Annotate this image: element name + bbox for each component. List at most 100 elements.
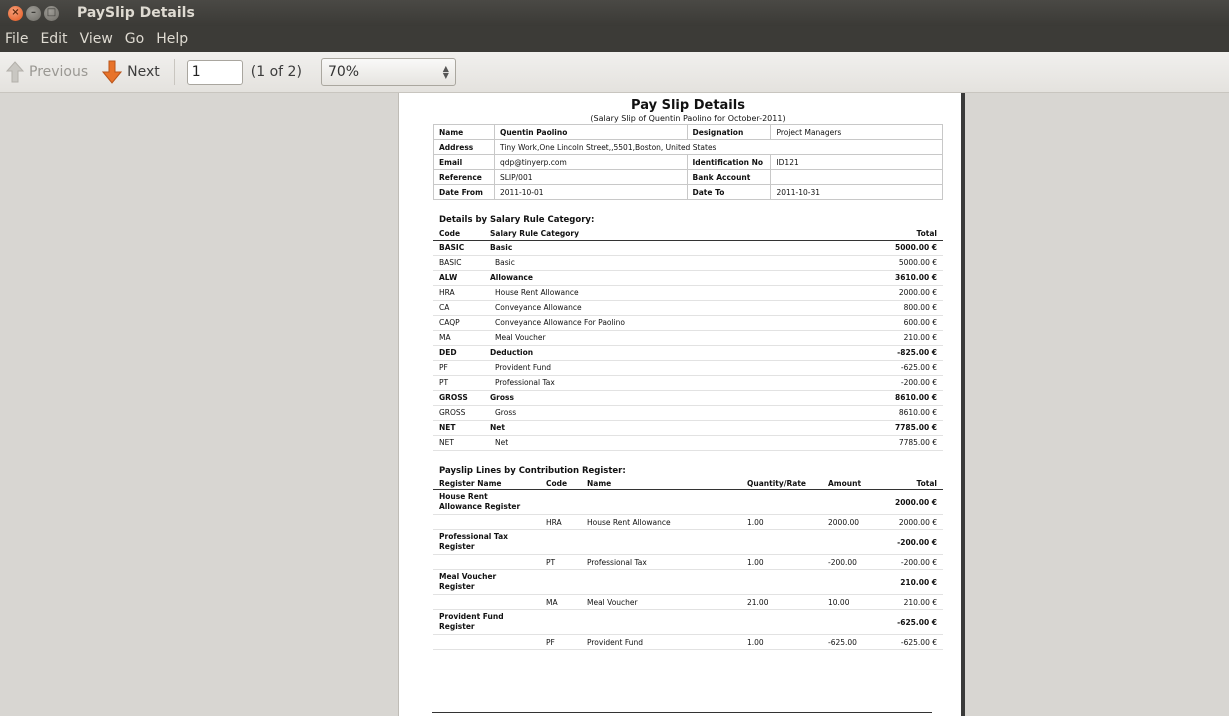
menu-edit[interactable]: Edit (35, 31, 74, 47)
register-total: 2000.00 € (882, 489, 943, 515)
category-name: Provident Fund (484, 360, 823, 376)
info-row: Name Quentin Paolino Designation Project… (433, 124, 943, 140)
category-code: NET (433, 435, 484, 451)
category-row: PF Provident Fund -625.00 € (433, 360, 943, 376)
column-header: Total (823, 227, 943, 241)
designation-value: Project Managers (770, 124, 943, 140)
line-code: PF (540, 634, 581, 650)
register-line-row: MA Meal Voucher 21.00 10.00 210.00 € (433, 594, 943, 610)
document-title: Pay Slip Details (631, 98, 745, 113)
line-name: Provident Fund (581, 634, 741, 650)
window-title: PaySlip Details (77, 5, 195, 21)
register-group-row: House Rent Allowance Register 2000.00 € (433, 489, 943, 515)
menu-view[interactable]: View (75, 31, 120, 47)
toolbar-separator (173, 59, 175, 85)
info-label: Name (433, 124, 495, 140)
category-name: Conveyance Allowance (484, 300, 823, 316)
line-code: MA (540, 594, 581, 610)
category-row: HRA House Rent Allowance 2000.00 € (433, 285, 943, 301)
register-section-title: Payslip Lines by Contribution Register: (439, 465, 626, 476)
employee-info-table: Name Quentin Paolino Designation Project… (433, 124, 944, 200)
category-code: NET (433, 420, 484, 436)
close-window-button[interactable]: × (8, 5, 23, 21)
line-name: Professional Tax (581, 554, 741, 570)
category-row: ALW Allowance 3610.00 € (433, 270, 943, 286)
empty-cell (433, 554, 540, 570)
next-button[interactable]: Next (102, 57, 160, 87)
category-total: -625.00 € (823, 360, 943, 376)
category-name: Deduction (484, 345, 823, 361)
category-name: Net (484, 420, 823, 436)
category-total: 7785.00 € (823, 435, 943, 451)
line-quantity: 1.00 (741, 514, 822, 530)
register-name: House Rent Allowance Register (433, 489, 882, 515)
page-footer-line (432, 712, 932, 713)
category-row: MA Meal Voucher 210.00 € (433, 330, 943, 346)
document-subtitle: (Salary Slip of Quentin Paolino for Octo… (590, 114, 786, 123)
category-total: -200.00 € (823, 375, 943, 391)
page-number-input[interactable] (186, 59, 243, 85)
category-name: Allowance (484, 270, 823, 286)
column-header: Name (581, 477, 741, 490)
register-line-row: PT Professional Tax 1.00 -200.00 -200.00 € (433, 554, 943, 570)
line-code: HRA (540, 514, 581, 530)
category-name: Gross (484, 390, 823, 406)
next-label: Next (127, 64, 160, 80)
page-shadow (961, 93, 965, 716)
line-total: -625.00 € (882, 634, 943, 650)
info-label: Identification No (686, 154, 772, 170)
category-code: BASIC (433, 255, 484, 271)
table-header-row: Register Name Code Name Quantity/Rate Am… (433, 477, 943, 490)
close-icon: × (11, 7, 20, 18)
category-row: GROSS Gross 8610.00 € (433, 390, 943, 406)
register-group-row: Meal Voucher Register 210.00 € (433, 569, 943, 595)
zoom-select[interactable]: 70% ▲ ▼ (320, 58, 456, 86)
column-header: Amount (822, 477, 882, 490)
column-header: Total (882, 477, 943, 490)
minimize-icon: – (31, 7, 36, 18)
category-total: 2000.00 € (823, 285, 943, 301)
category-row: DED Deduction -825.00 € (433, 345, 943, 361)
arrow-down-icon (102, 60, 123, 84)
identification-value: ID121 (770, 154, 943, 170)
bank-account-value (770, 169, 943, 185)
info-row: Email qdp@tinyerp.com Identification No … (433, 154, 943, 170)
info-label: Date From (433, 184, 495, 200)
register-name: Professional Tax Register (433, 529, 882, 555)
previous-label: Previous (29, 64, 89, 80)
address-value: Tiny Work,One Lincoln Street,,5501,Bosto… (493, 139, 944, 155)
line-name: Meal Voucher (581, 594, 741, 610)
menu-go[interactable]: Go (120, 31, 151, 47)
category-row: GROSS Gross 8610.00 € (433, 405, 943, 421)
menu-bar: File Edit View Go Help (0, 26, 1229, 52)
info-label: Email (433, 154, 495, 170)
date-to-value: 2011-10-31 (770, 184, 943, 200)
column-header: Register Name (433, 477, 540, 490)
category-row: NET Net 7785.00 € (433, 420, 943, 436)
line-code: PT (540, 554, 581, 570)
previous-button[interactable]: Previous (6, 57, 88, 87)
menu-file[interactable]: File (0, 31, 35, 47)
reference-value: SLIP/001 (493, 169, 688, 185)
category-total: 210.00 € (823, 330, 943, 346)
category-row: PT Professional Tax -200.00 € (433, 375, 943, 391)
category-name: Net (484, 435, 823, 451)
category-code: PT (433, 375, 484, 391)
category-total: 5000.00 € (823, 255, 943, 271)
line-amount: -200.00 (822, 554, 882, 570)
line-amount: 2000.00 (822, 514, 882, 530)
column-header: Salary Rule Category (484, 227, 823, 241)
empty-cell (433, 594, 540, 610)
maximize-window-button[interactable]: □ (44, 5, 59, 21)
info-row: Address Tiny Work,One Lincoln Street,,55… (433, 139, 944, 155)
menu-help[interactable]: Help (151, 31, 195, 47)
line-name: House Rent Allowance (581, 514, 741, 530)
salary-category-table: Code Salary Rule Category Total BASIC Bas… (433, 227, 943, 451)
minimize-window-button[interactable]: – (26, 5, 41, 21)
category-name: Conveyance Allowance For Paolino (484, 315, 823, 331)
register-line-row: PF Provident Fund 1.00 -625.00 -625.00 € (433, 634, 943, 650)
category-code: GROSS (433, 390, 484, 406)
category-code: ALW (433, 270, 484, 286)
category-total: 8610.00 € (823, 405, 943, 421)
info-label: Designation (686, 124, 772, 140)
